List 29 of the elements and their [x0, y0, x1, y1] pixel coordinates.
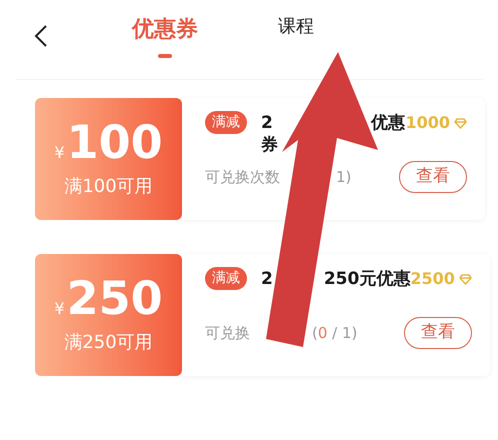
coupon-title: 2	[261, 268, 273, 290]
view-button[interactable]: 查看	[399, 161, 467, 193]
tab[interactable]: 课程	[278, 13, 314, 40]
currency-symbol: ¥	[54, 298, 65, 320]
coupon-title: 券	[261, 135, 278, 155]
redeem-count: 可兑换	[205, 322, 250, 344]
coupon-condition: 满250可用	[64, 330, 153, 354]
coupon-tag: 满减	[205, 267, 247, 290]
coupon-amount: 250	[66, 274, 163, 320]
tab[interactable]: 优惠券	[132, 13, 198, 46]
redeem-count: (	[312, 322, 318, 344]
coupon-title: 2	[261, 112, 273, 134]
currency-symbol: ¥	[54, 142, 65, 164]
coupon-tag: 满减	[205, 111, 247, 134]
coupon-amount: 100	[66, 118, 163, 164]
back-icon[interactable]	[34, 24, 48, 48]
coupon-points: 2500	[410, 268, 455, 290]
tab-indicator	[158, 54, 172, 58]
redeem-count: 1)	[336, 166, 352, 188]
redeem-count: / 1)	[331, 322, 358, 344]
redeem-count: 可兑换次数	[205, 166, 280, 188]
diamond-icon	[454, 118, 467, 128]
redeem-count: 0	[318, 322, 328, 344]
diamond-icon	[458, 274, 472, 284]
coupon-title: 优惠	[370, 112, 405, 134]
coupon-title: 250元优惠	[324, 268, 410, 290]
coupon-points: 1000	[405, 112, 450, 134]
coupon-condition: 满100可用	[64, 174, 153, 198]
view-button[interactable]: 查看	[404, 317, 472, 349]
